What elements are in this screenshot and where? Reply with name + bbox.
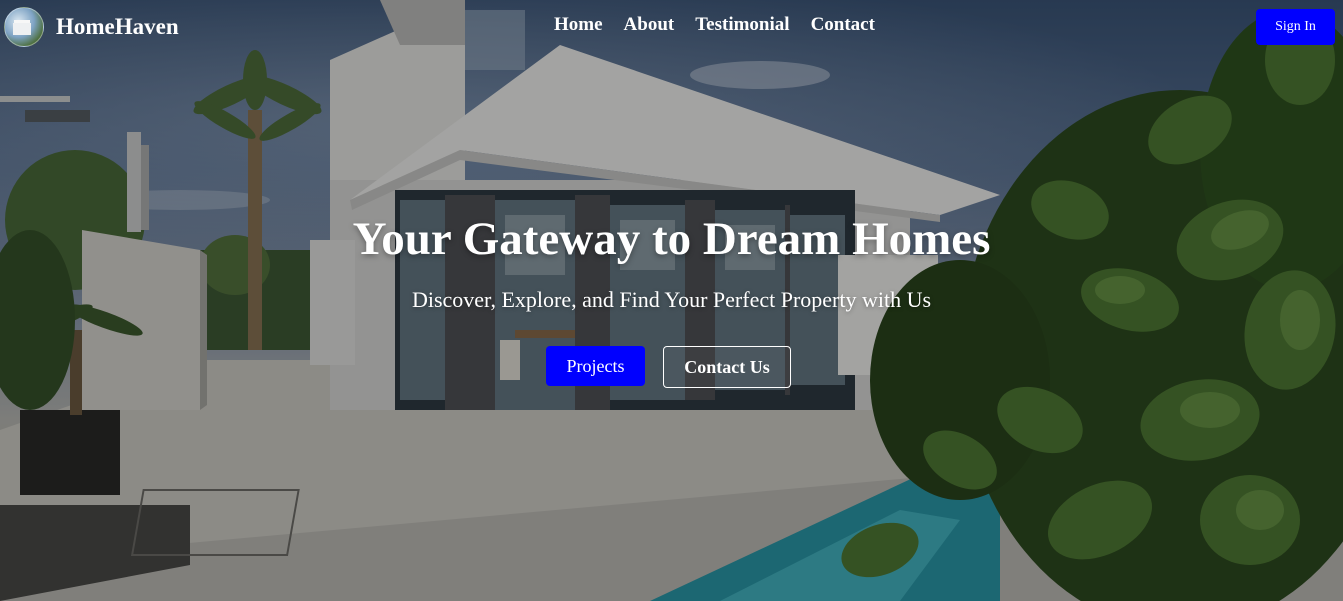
logo-icon (4, 7, 44, 47)
nav-link-about[interactable]: About (624, 14, 675, 36)
nav-link-testimonial[interactable]: Testimonial (695, 14, 789, 36)
brand-name: HomeHaven (56, 14, 179, 39)
nav-link-home[interactable]: Home (554, 14, 603, 36)
hero-subheadline: Discover, Explore, and Find Your Perfect… (411, 287, 932, 312)
cta-buttons: Projects Contact Us (546, 346, 791, 388)
contact-us-button[interactable]: Contact Us (663, 346, 791, 388)
nav-link-contact[interactable]: Contact (811, 14, 875, 36)
hero-headline: Your Gateway to Dream Homes (352, 213, 991, 265)
nav-links: Home About Testimonial Contact (554, 14, 875, 36)
sign-in-button[interactable]: Sign In (1256, 9, 1335, 45)
projects-button[interactable]: Projects (546, 346, 645, 386)
hero-section: HomeHaven Home About Testimonial Contact… (0, 0, 1343, 601)
navbar: HomeHaven Home About Testimonial Contact… (0, 0, 1343, 56)
brand-link[interactable]: HomeHaven (4, 7, 179, 47)
